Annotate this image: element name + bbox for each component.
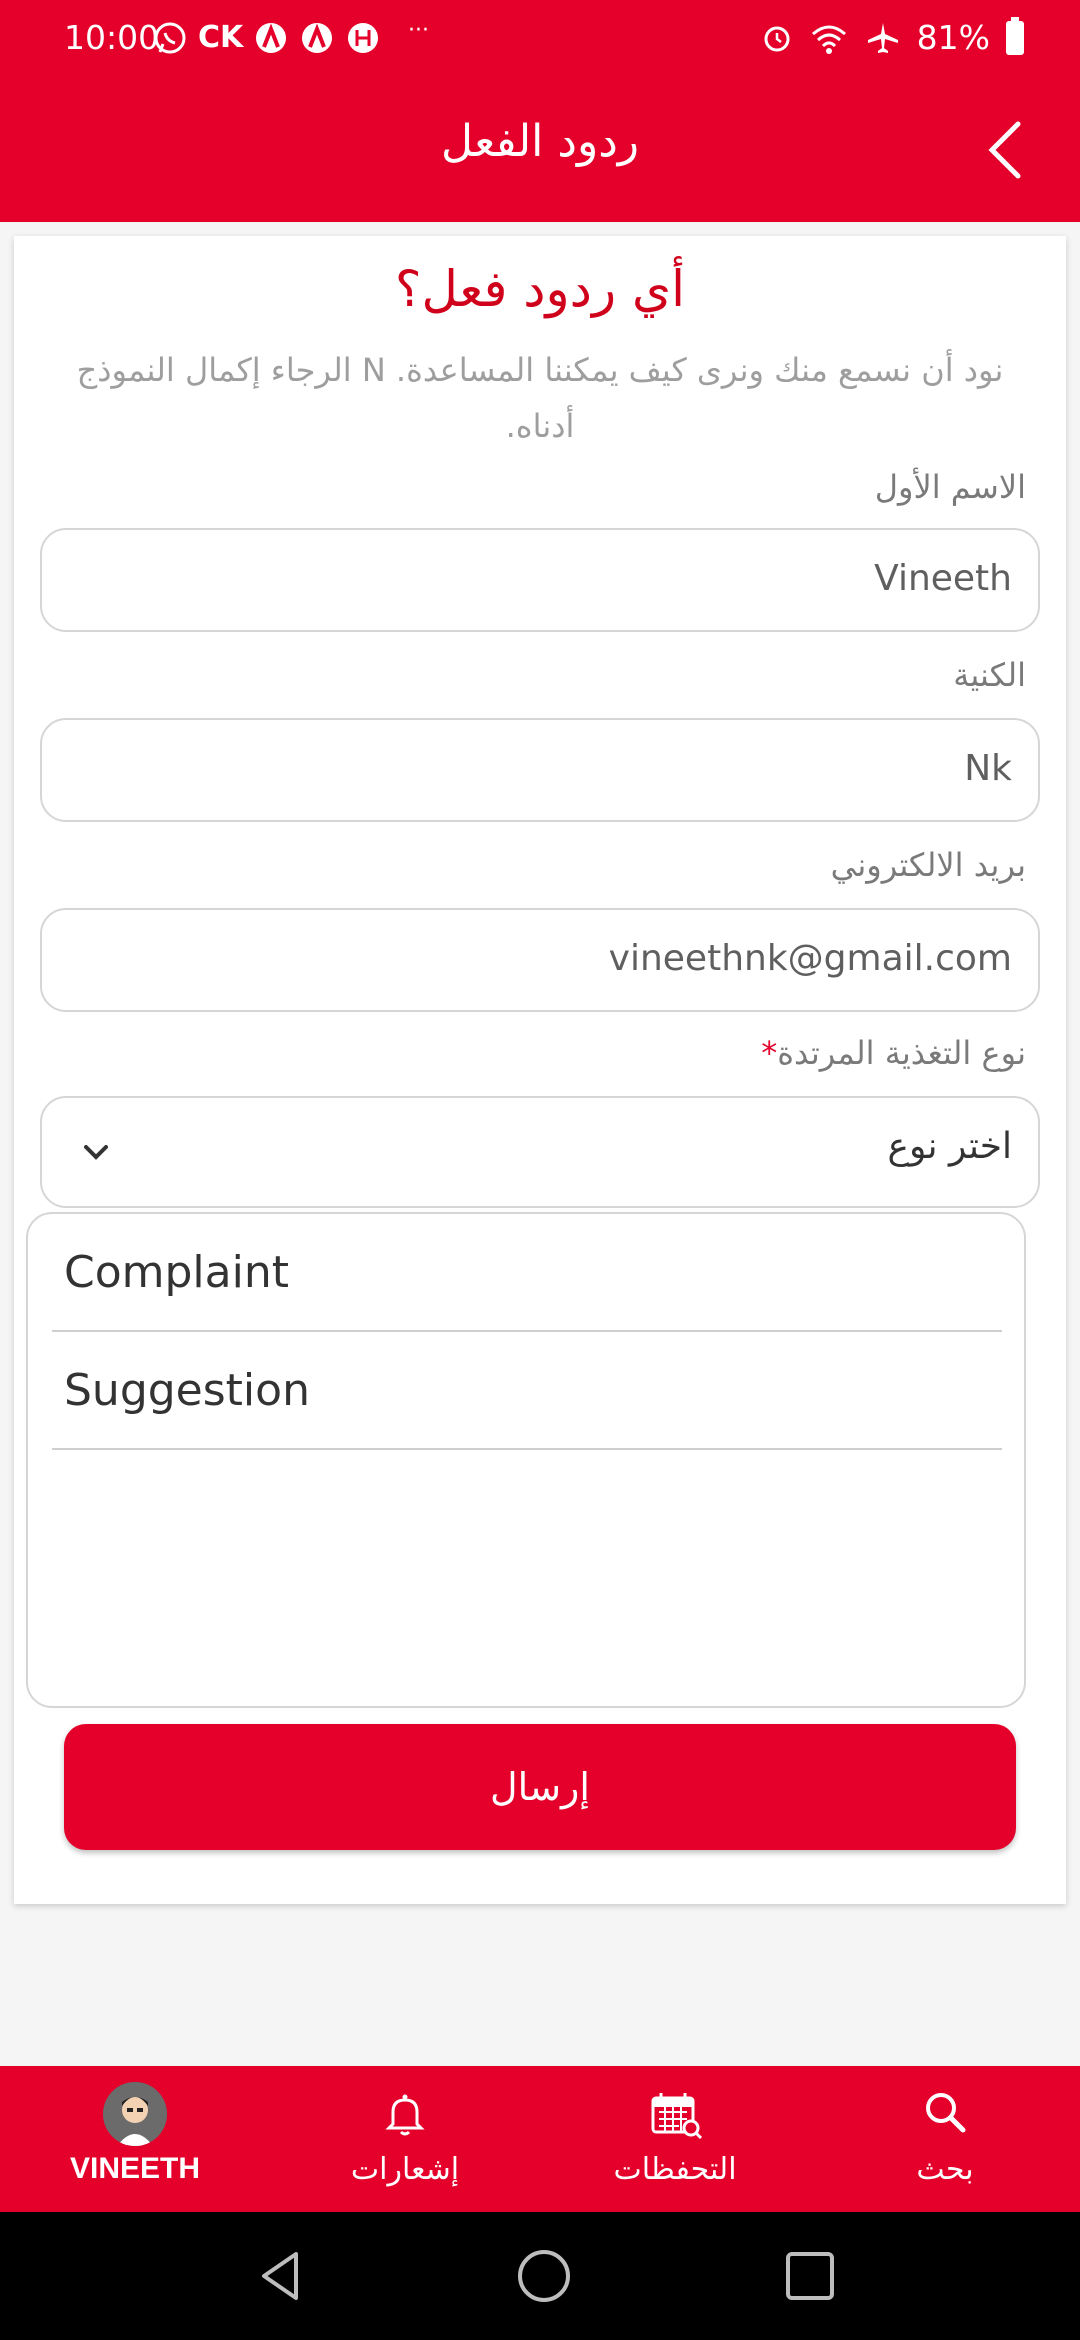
avatar-icon [103, 2082, 167, 2146]
status-more-dots: ··· [408, 18, 429, 43]
email-field[interactable] [40, 908, 1040, 1012]
wifi-icon [811, 25, 846, 54]
chevron-down-icon [84, 1145, 108, 1160]
battery-icon [1006, 16, 1024, 55]
required-mark: * [761, 1034, 778, 1072]
app-bar: ردود الفعل [0, 80, 1080, 222]
app-a2-icon [302, 23, 333, 53]
battery-percent: 81% [916, 18, 990, 57]
option-suggestion[interactable]: Suggestion [52, 1332, 1002, 1450]
feedback-type-value: اختر نوع [887, 1126, 1012, 1167]
system-nav-bar [0, 2212, 1080, 2340]
calendar-search-icon [651, 2093, 703, 2140]
last-name-label: الكنية [953, 656, 1026, 694]
page-title: ردود الفعل [440, 116, 640, 167]
feedback-heading: أي ردود فعل؟ [394, 260, 686, 318]
nav-reservations[interactable]: التحفظات [540, 2066, 810, 2212]
back-button[interactable] [970, 110, 1050, 190]
airplane-icon [867, 22, 898, 53]
feedback-type-select[interactable]: اختر نوع [40, 1096, 1040, 1208]
nav-profile-label: VINEETH [69, 2152, 201, 2185]
feedback-type-options: Complaint Suggestion [26, 1212, 1026, 1708]
system-recents-icon[interactable] [778, 2244, 842, 2308]
nav-notifications[interactable]: إشعارات [270, 2066, 540, 2212]
feedback-subtitle: نود أن نسمع منك ونرى كيف يمكننا المساعدة… [76, 351, 1004, 445]
status-right-icons: 81% [761, 16, 1024, 57]
search-icon [926, 2093, 966, 2133]
nav-search[interactable]: بحث [810, 2066, 1080, 2212]
first-name-field[interactable] [40, 528, 1040, 632]
status-left-icons: CK [152, 18, 381, 58]
chevron-right-icon [988, 121, 1021, 179]
nav-reservations-label: التحفظات [613, 2152, 737, 2187]
nav-profile[interactable]: VINEETH [0, 2066, 270, 2212]
whatsapp-icon [154, 22, 186, 54]
first-name-label: الاسم الأول [874, 468, 1026, 506]
system-back-icon[interactable] [250, 2244, 314, 2308]
app-a-icon [256, 23, 287, 53]
nav-notifications-label: إشعارات [350, 2152, 460, 2187]
email-label: بريد الالكتروني [830, 846, 1026, 884]
nav-search-label: بحث [916, 2152, 974, 2187]
alarm-icon [764, 26, 790, 51]
last-name-input[interactable] [68, 748, 1012, 789]
status-bar: 10:00 CK ··· 81% [0, 0, 1080, 80]
feedback-type-label-text: نوع التغذية المرتدة [777, 1034, 1026, 1072]
last-name-field[interactable] [40, 718, 1040, 822]
bottom-nav: VINEETH إشعارات التحفظات بحث [0, 2066, 1080, 2212]
ck-icon: CK [198, 20, 244, 55]
submit-button[interactable]: إرسال [64, 1724, 1016, 1850]
bell-icon [385, 2094, 425, 2136]
system-home-icon[interactable] [512, 2244, 576, 2308]
email-input[interactable] [68, 938, 1012, 979]
feedback-type-label: نوع التغذية المرتدة* [761, 1034, 1026, 1072]
option-complaint[interactable]: Complaint [52, 1214, 1002, 1332]
status-time: 10:00 [64, 18, 160, 57]
hotstar-icon [348, 23, 379, 53]
first-name-input[interactable] [68, 558, 1012, 599]
